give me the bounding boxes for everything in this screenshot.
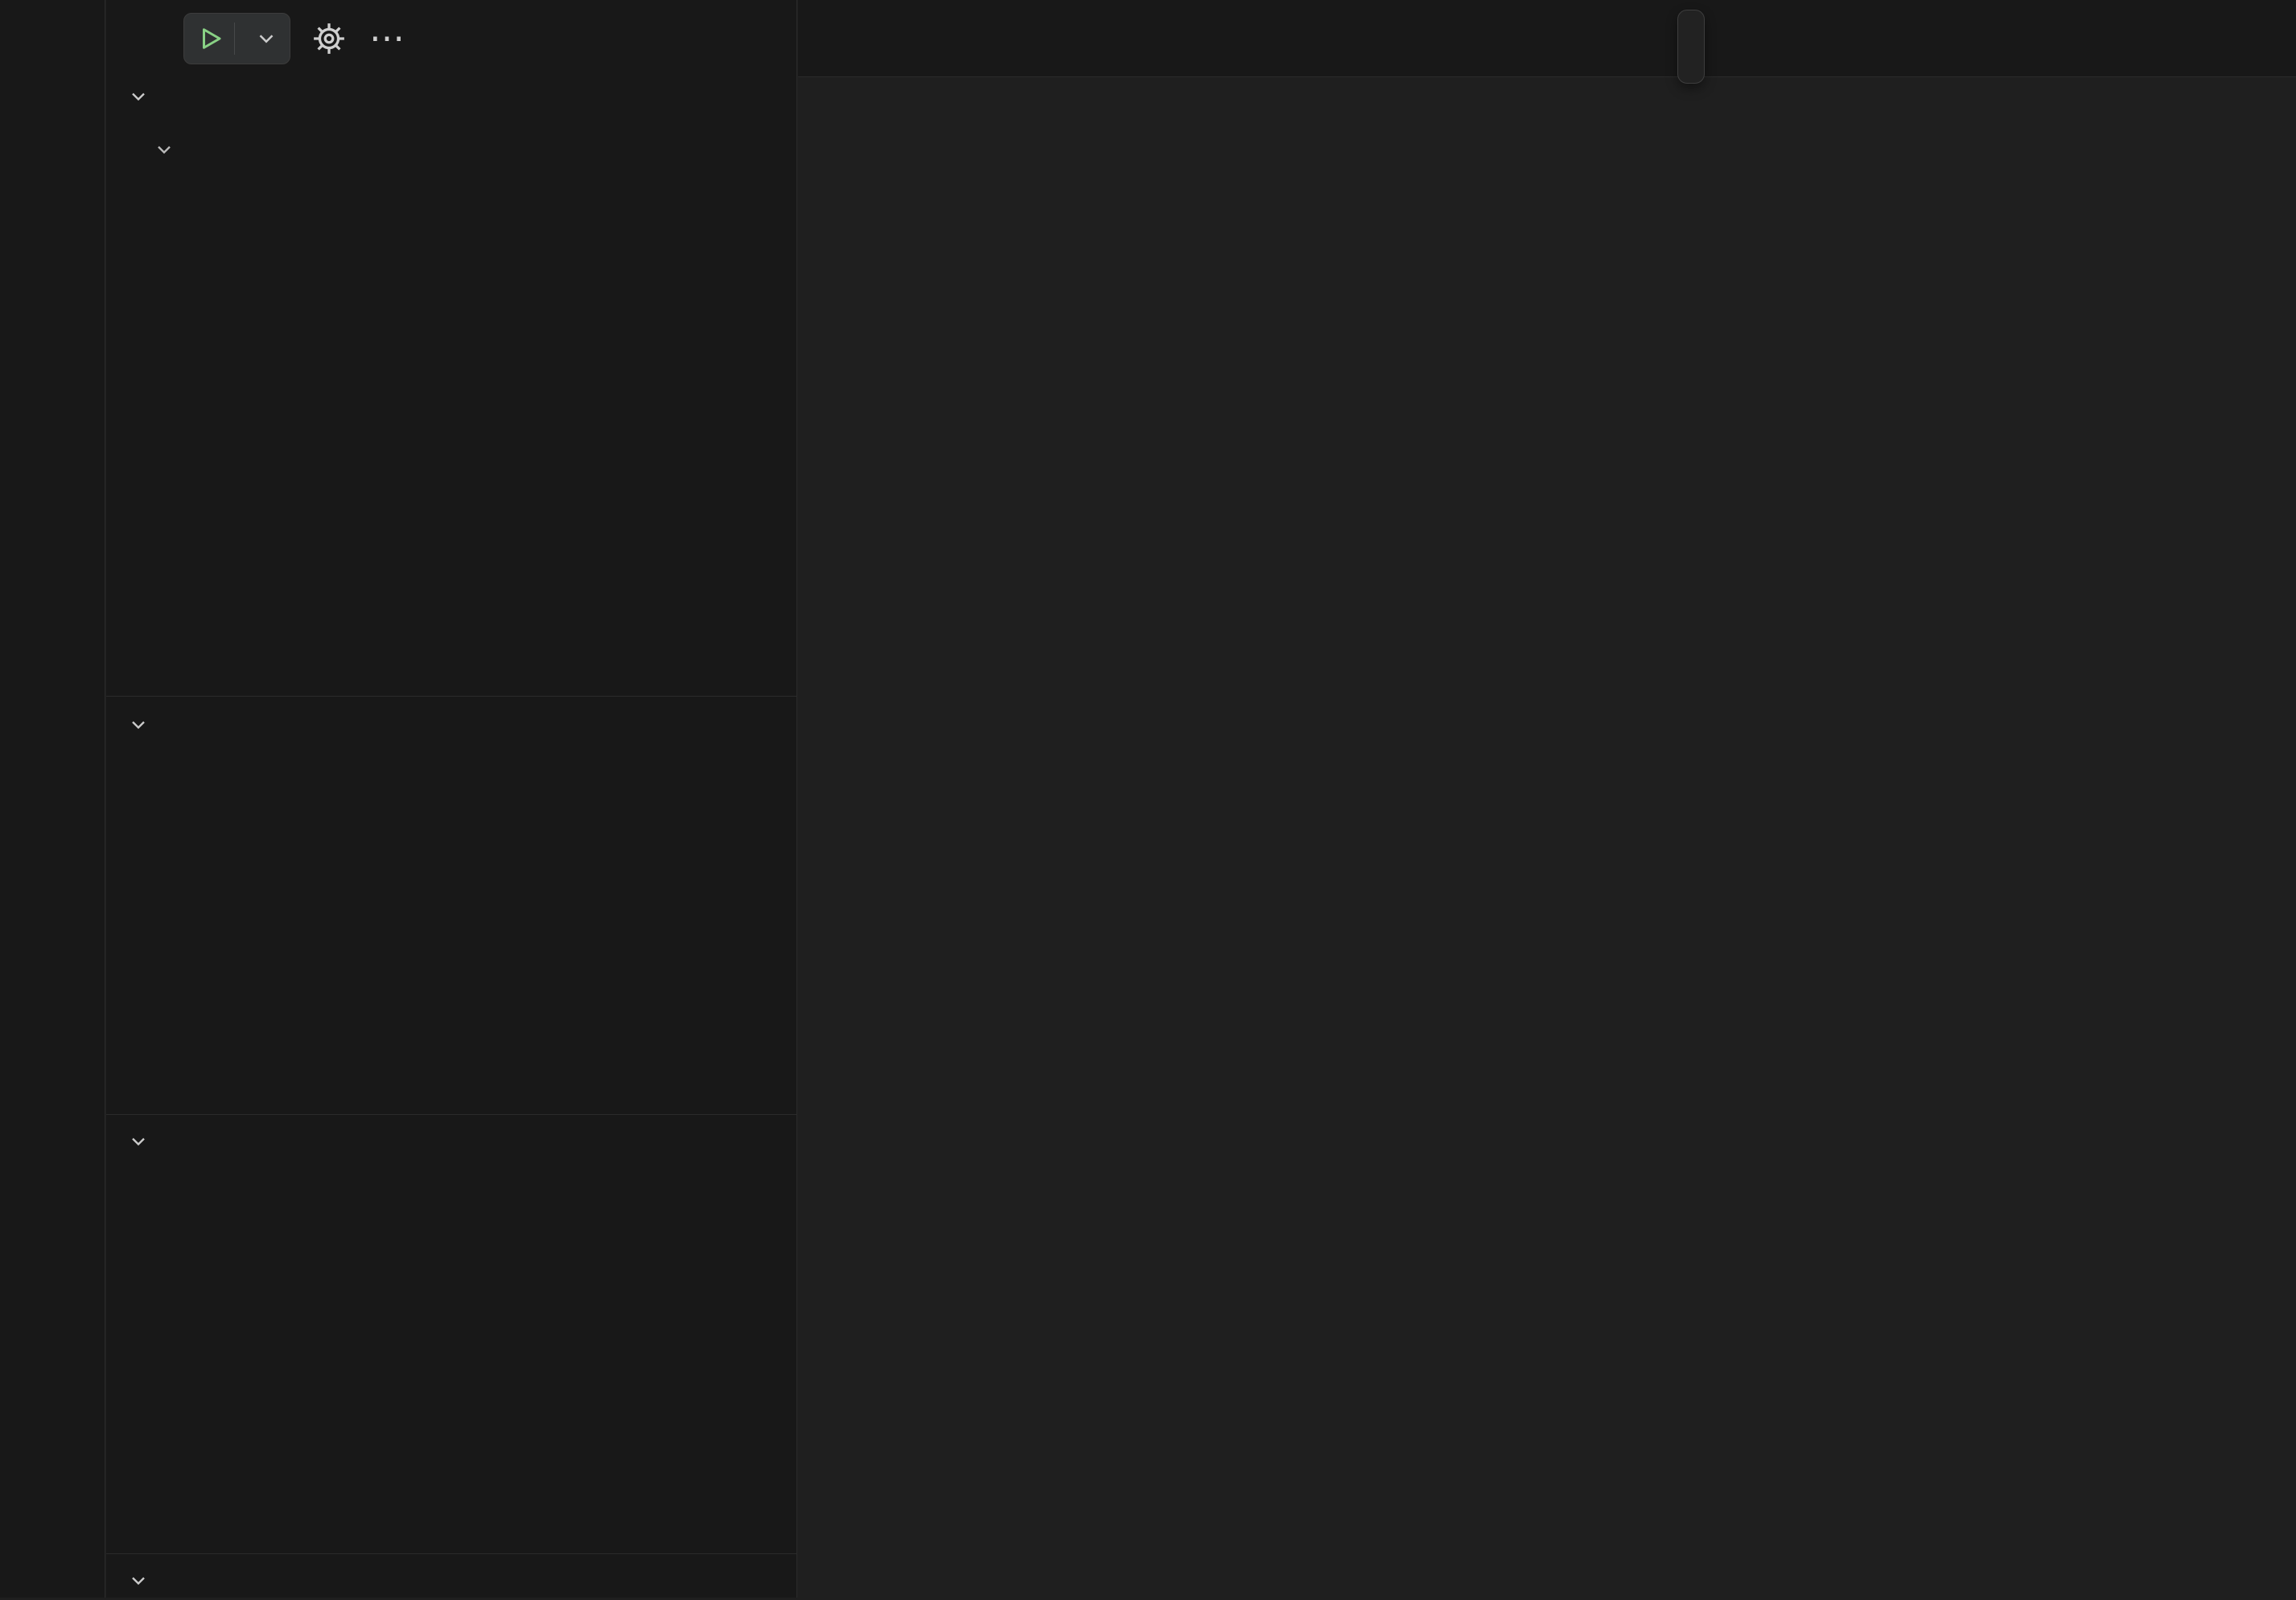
- variables-section-header[interactable]: [106, 77, 796, 116]
- activity-bar: [0, 0, 105, 1598]
- call-stack-section: [106, 1122, 796, 1161]
- chevron-down-icon[interactable]: [127, 1569, 150, 1592]
- breadcrumb: [798, 77, 2296, 138]
- run-debug-sidebar: ⋯: [106, 0, 797, 1598]
- breakpoints-section: [106, 1561, 796, 1600]
- chevron-down-icon[interactable]: [153, 138, 195, 161]
- chevron-down-icon[interactable]: [254, 27, 278, 51]
- activity-bar-bottom: [0, 1594, 105, 1598]
- variables-section: [106, 77, 796, 175]
- section-separator: [106, 1553, 796, 1554]
- editor-code: [798, 138, 2296, 150]
- section-separator: [106, 1114, 796, 1115]
- editor-area: [798, 0, 2296, 1598]
- start-debug-icon[interactable]: [195, 24, 224, 53]
- chevron-down-icon[interactable]: [127, 714, 150, 736]
- sidebar-header: ⋯: [106, 0, 796, 77]
- chevron-down-icon[interactable]: [127, 1130, 150, 1153]
- divider: [234, 23, 235, 55]
- scope-row[interactable]: [106, 124, 796, 175]
- breakpoints-section-header[interactable]: [106, 1561, 796, 1600]
- chevron-down-icon[interactable]: [127, 85, 150, 108]
- watch-section: [106, 705, 796, 744]
- more-actions-icon[interactable]: ⋯: [369, 31, 406, 47]
- call-stack-section-header[interactable]: [106, 1122, 796, 1161]
- debug-toolbar: [1677, 10, 1705, 84]
- debug-config-dropdown[interactable]: [183, 13, 290, 64]
- debug-settings-gear-icon[interactable]: [311, 21, 347, 56]
- editor-tabs: [798, 0, 2296, 77]
- section-separator: [106, 696, 796, 697]
- watch-section-header[interactable]: [106, 705, 796, 744]
